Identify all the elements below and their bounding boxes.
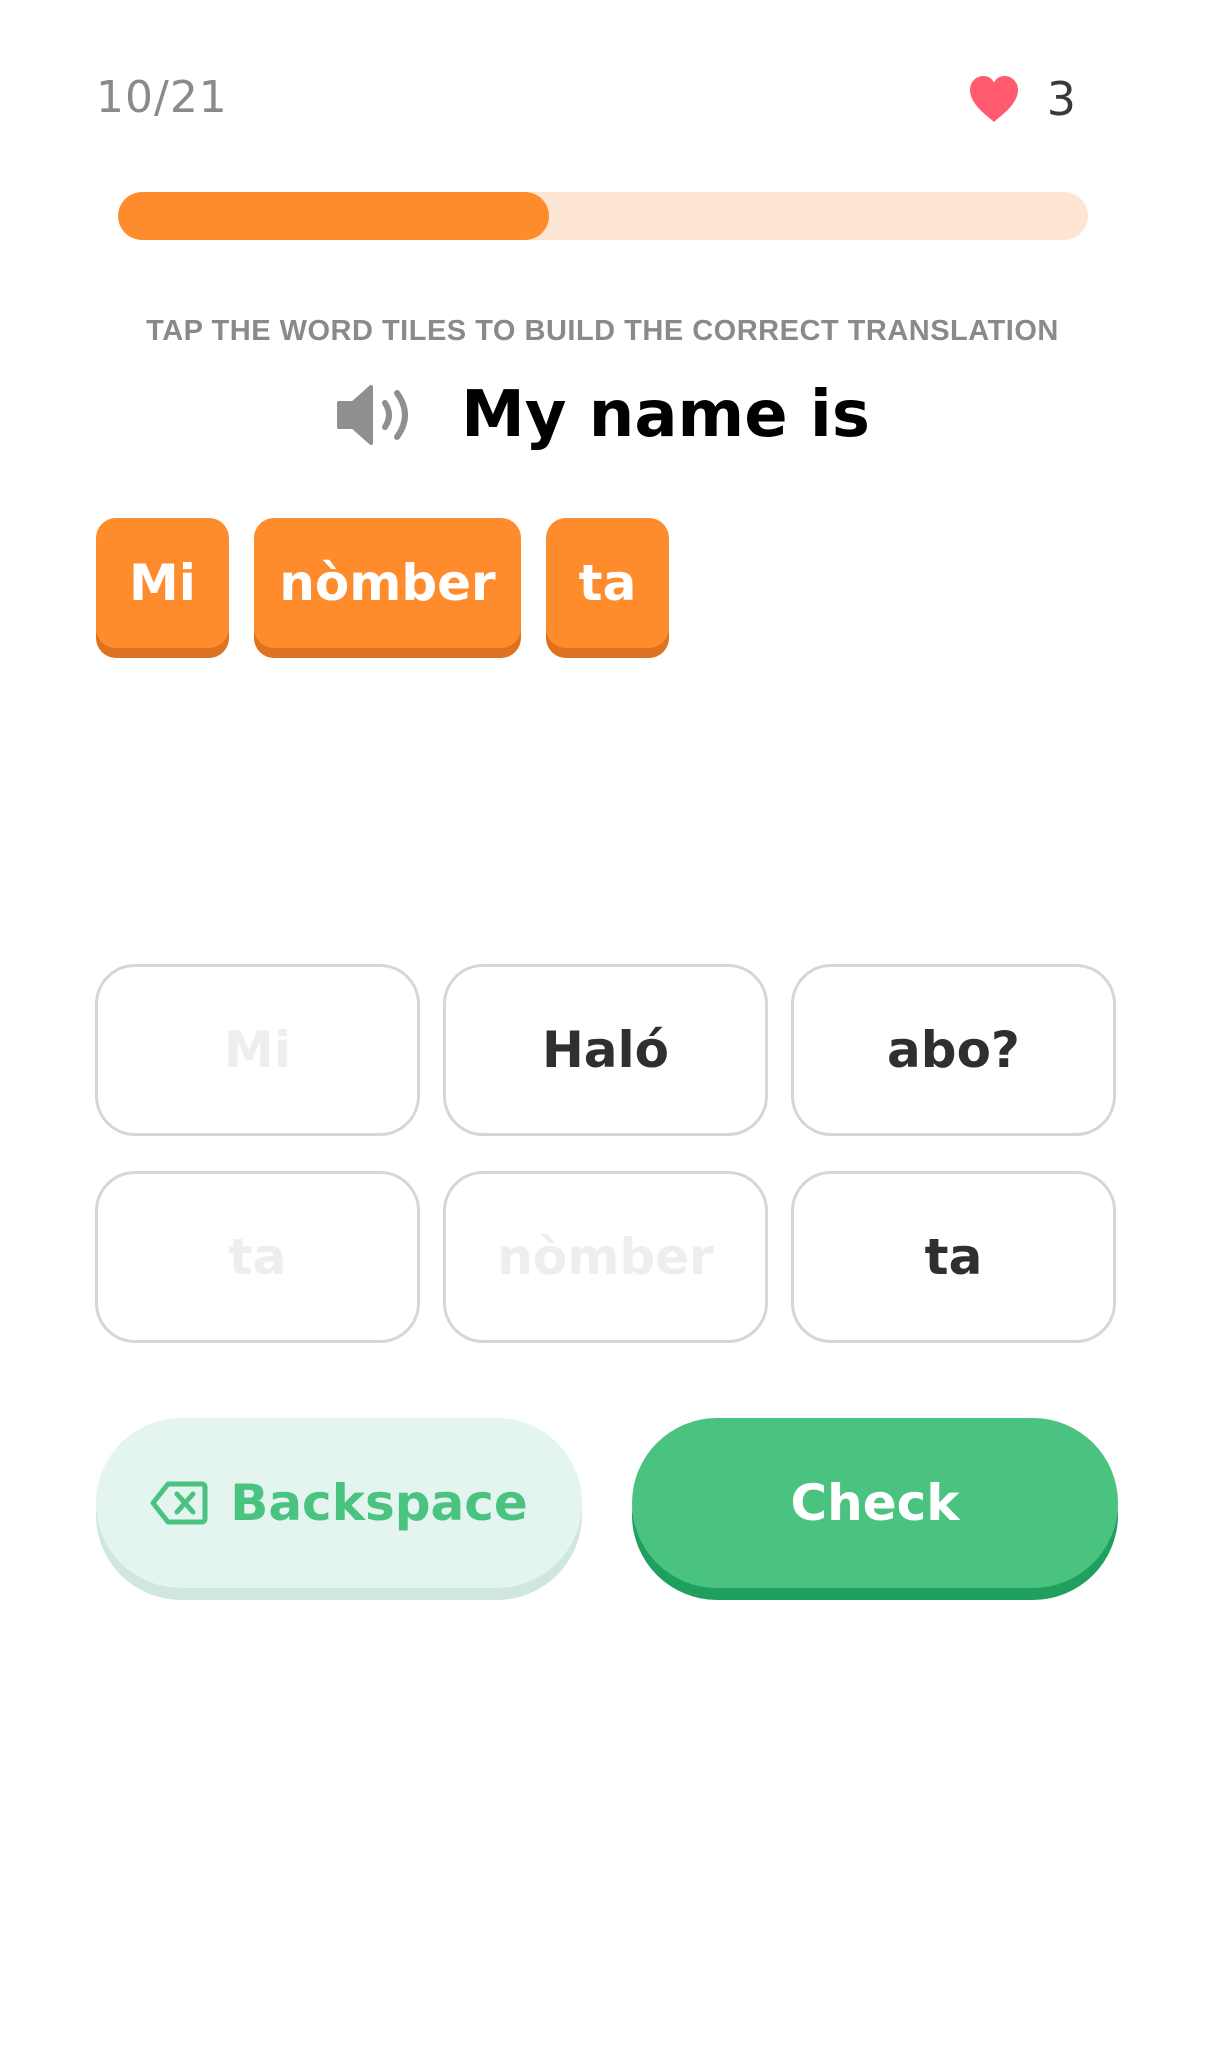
word-bank-tile[interactable]: ta [791,1171,1116,1343]
lesson-progress-bar [118,192,1088,240]
top-bar: 10/21 3 [96,72,1076,132]
prompt-row: My name is [0,378,1205,452]
hearts-count: 3 [1046,72,1076,126]
progress-counter: 10/21 [96,72,228,123]
backspace-button[interactable]: Backspace [96,1418,582,1588]
check-label: Check [790,1474,960,1532]
speaker-icon[interactable] [335,383,419,447]
answer-tile[interactable]: Mi [96,518,229,648]
word-bank-tile[interactable]: abo? [791,964,1116,1136]
answer-row: Mi nòmber ta [96,518,669,648]
word-bank-tile[interactable]: Mi [95,964,420,1136]
exercise-instruction: TAP THE WORD TILES TO BUILD THE CORRECT … [146,315,1059,347]
word-bank-tile[interactable]: Haló [443,964,768,1136]
word-bank-tile[interactable]: nòmber [443,1171,768,1343]
hearts-indicator: 3 [967,72,1076,126]
word-bank: Mi Haló abo? ta nòmber ta [95,964,1116,1343]
prompt-text: My name is [461,378,870,452]
backspace-icon [150,1480,208,1526]
check-button[interactable]: Check [632,1418,1118,1588]
word-bank-tile[interactable]: ta [95,1171,420,1343]
backspace-label: Backspace [230,1474,528,1532]
answer-tile[interactable]: nòmber [254,518,521,648]
heart-icon [967,74,1021,124]
answer-tile[interactable]: ta [546,518,669,648]
lesson-progress-fill [118,192,549,240]
